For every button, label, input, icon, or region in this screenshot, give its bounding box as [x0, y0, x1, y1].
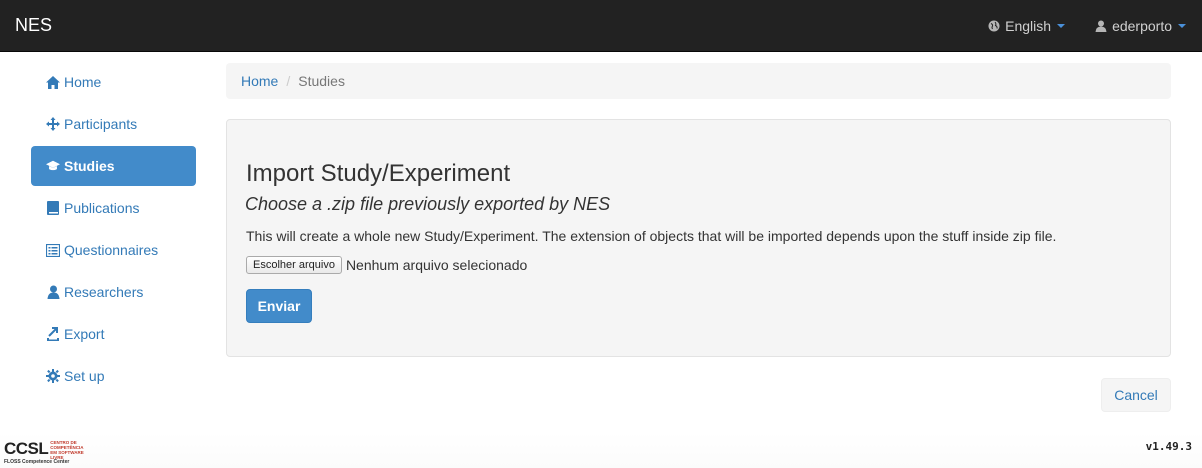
sidebar-item-export[interactable]: Export	[31, 314, 196, 354]
breadcrumb-separator: /	[286, 73, 291, 89]
sidebar-item-studies[interactable]: Studies	[31, 146, 196, 186]
sidebar-item-label: Set up	[64, 368, 105, 384]
import-panel: Import Study/Experiment Choose a .zip fi…	[226, 119, 1171, 357]
breadcrumb-current: Studies	[298, 73, 345, 89]
sidebar-item-label: Questionnaires	[64, 242, 159, 258]
sidebar-item-researchers[interactable]: Researchers	[31, 272, 196, 312]
file-status-text: Nenhum arquivo selecionado	[345, 257, 528, 273]
cog-icon	[46, 369, 60, 383]
sidebar-item-home[interactable]: Home	[31, 62, 196, 102]
logo-text: CCSL	[4, 439, 49, 458]
user-dropdown[interactable]: ederporto	[1095, 18, 1186, 34]
sidebar-item-label: Home	[64, 74, 102, 90]
file-input: Escolher arquivo Nenhum arquivo selecion…	[246, 256, 527, 274]
page-title: Import Study/Experiment	[246, 160, 511, 187]
cancel-button[interactable]: Cancel	[1101, 378, 1171, 412]
submit-button[interactable]: Enviar	[246, 289, 312, 323]
chevron-down-icon	[1057, 24, 1066, 28]
sidebar-item-label: Publications	[64, 200, 140, 216]
globe-icon	[988, 20, 1000, 32]
sidebar-nav: Home Participants Studies Publications Q…	[31, 62, 196, 398]
chevron-down-icon	[1178, 24, 1186, 28]
user-label: ederporto	[1112, 18, 1172, 34]
language-label: English	[1005, 18, 1052, 34]
user-icon	[1095, 20, 1107, 32]
move-icon	[46, 117, 60, 131]
sidebar-item-label: Participants	[64, 116, 138, 132]
export-icon	[46, 327, 60, 341]
book-icon	[46, 201, 60, 215]
sidebar-item-label: Researchers	[64, 284, 144, 300]
home-icon	[46, 75, 60, 89]
sidebar-item-questionnaires[interactable]: Questionnaires	[31, 230, 196, 270]
breadcrumb-home-link[interactable]: Home	[241, 73, 278, 89]
sidebar-item-set-up[interactable]: Set up	[31, 356, 196, 396]
navbar-right: English ederporto	[988, 0, 1186, 52]
footer	[0, 432, 1202, 468]
sidebar-item-label: Studies	[64, 158, 115, 174]
import-description: This will create a whole new Study/Exper…	[246, 228, 1057, 244]
page-subtitle: Choose a .zip file previously exported b…	[245, 194, 611, 214]
choose-file-button[interactable]: Escolher arquivo	[246, 256, 342, 274]
logo-side-text: Centro de Competência em Software Livre	[50, 440, 84, 460]
logo-subtext: FLOSS Competence Center	[4, 459, 70, 465]
graduation-cap-icon	[46, 159, 60, 173]
version-label: v1.49.3	[1145, 440, 1192, 453]
language-dropdown[interactable]: English	[988, 18, 1066, 34]
sidebar-item-publications[interactable]: Publications	[31, 188, 196, 228]
brand-logo[interactable]: NES	[15, 15, 52, 36]
breadcrumb: Home / Studies	[226, 63, 1171, 99]
top-navbar: NES English ederporto	[0, 0, 1202, 52]
sidebar-item-participants[interactable]: Participants	[31, 104, 196, 144]
list-alt-icon	[46, 243, 60, 257]
sidebar-item-label: Export	[64, 326, 105, 342]
user-icon	[46, 285, 60, 299]
ccsl-logo: CCSL Centro de Competência em Software L…	[4, 439, 90, 466]
